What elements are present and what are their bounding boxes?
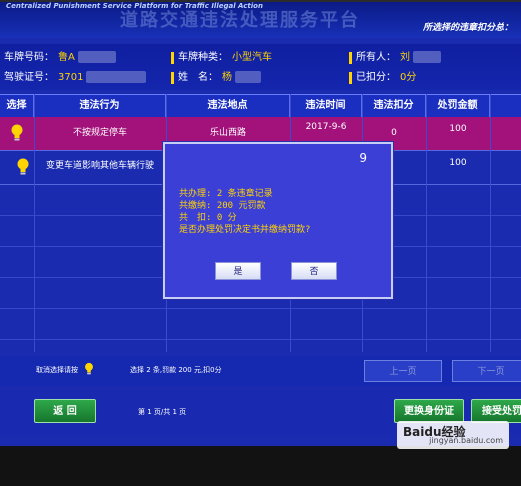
info-row-2: 驾驶证号： 3701 姓 名： 杨 已扣分： 0分 bbox=[0, 68, 521, 88]
title-bar: 道路交通违法处理服务平台 Centralized Punishment Serv… bbox=[0, 2, 521, 38]
owner-field: 所有人： 刘 bbox=[356, 48, 441, 68]
page-indicator: 第 1 页/共 1 页 bbox=[138, 408, 187, 416]
change-id-button[interactable]: 更换身份证 bbox=[394, 399, 464, 423]
divider-marker bbox=[349, 72, 352, 84]
column-header-fine: 处罚金额 bbox=[426, 95, 490, 117]
column-divider bbox=[34, 94, 35, 352]
clear-selection-hint: 取消选择请按 bbox=[36, 366, 78, 374]
points-label: 已扣分： bbox=[356, 72, 396, 83]
points-value: 0分 bbox=[400, 72, 417, 83]
name-field: 姓 名： 杨 bbox=[178, 68, 261, 88]
dialog-line-question: 是否办理处罚决定书并缴纳罚款? bbox=[179, 225, 311, 235]
fine-cell: 100 bbox=[449, 158, 467, 168]
info-row-1: 车牌号码： 鲁A 车牌种类： 小型汽车 所有人： 刘 bbox=[0, 48, 521, 68]
plate-type-label: 车牌种类： bbox=[178, 52, 228, 63]
selection-footer: 取消选择请按 选择 2 条,罚款 200 元,扣0分 上一页 下一页 bbox=[0, 356, 521, 386]
monitor-bezel-bottom bbox=[0, 446, 521, 486]
name-label: 姓 名： bbox=[178, 72, 218, 83]
column-header-select: 选择 bbox=[0, 95, 34, 117]
plate-label: 车牌号码： bbox=[4, 52, 54, 63]
license-value: 3701 bbox=[58, 72, 84, 83]
violation-cell: 不按规定停车 bbox=[72, 128, 127, 138]
column-divider bbox=[490, 94, 491, 352]
owner-value: 刘 bbox=[400, 52, 410, 63]
plate-field: 车牌号码： 鲁A bbox=[4, 48, 116, 68]
divider-marker bbox=[171, 72, 174, 84]
fine-cell: 100 bbox=[449, 124, 467, 134]
redacted-plate bbox=[77, 51, 116, 63]
column-header-violation: 违法行为 bbox=[34, 95, 166, 117]
dialog-no-button[interactable]: 否 bbox=[291, 262, 337, 280]
lightbulb-icon[interactable] bbox=[10, 124, 24, 142]
prev-page-button[interactable]: 上一页 bbox=[364, 360, 442, 382]
back-button[interactable]: 返 回 bbox=[34, 399, 96, 423]
baidu-watermark: Baidu经验 jingyan.baidu.com bbox=[397, 421, 509, 449]
kiosk-screen: 道路交通违法处理服务平台 Centralized Punishment Serv… bbox=[0, 2, 521, 446]
lightbulb-icon[interactable] bbox=[16, 158, 30, 176]
name-value: 杨 bbox=[222, 72, 232, 83]
system-title-en: Centralized Punishment Service Platform … bbox=[6, 2, 263, 10]
column-header-extra bbox=[490, 95, 521, 117]
dialog-countdown: 9 bbox=[359, 151, 367, 165]
owner-label: 所有人： bbox=[356, 52, 396, 63]
column-divider bbox=[426, 94, 427, 352]
accept-penalty-button[interactable]: 接受处罚 bbox=[471, 399, 521, 423]
license-field: 驾驶证号： 3701 bbox=[4, 68, 147, 88]
confirm-dialog: 9 共办理: 2 条违章记录 共缴纳: 200 元罚款 共 扣: 0 分 是否办… bbox=[163, 142, 393, 299]
lightbulb-icon bbox=[85, 362, 93, 375]
next-page-button[interactable]: 下一页 bbox=[452, 360, 521, 382]
redacted-owner bbox=[413, 51, 441, 63]
divider-marker bbox=[171, 52, 174, 64]
table-header: 选择 违法行为 违法地点 违法时间 违法扣分 处罚金额 bbox=[0, 94, 521, 118]
vehicle-info-panel: 车牌号码： 鲁A 车牌种类： 小型汽车 所有人： 刘 驾驶证号： 3701 姓 名： 杨 … bbox=[0, 44, 521, 90]
license-label: 驾驶证号： bbox=[4, 72, 54, 83]
plate-type-field: 车牌种类： 小型汽车 bbox=[178, 48, 272, 68]
divider-marker bbox=[349, 52, 352, 64]
violation-cell: 变更车道影响其他车辆行驶 bbox=[45, 161, 154, 171]
column-header-time: 违法时间 bbox=[290, 95, 362, 117]
column-header-points: 违法扣分 bbox=[362, 95, 426, 117]
watermark-url: jingyan.baidu.com bbox=[429, 436, 503, 445]
column-header-location: 违法地点 bbox=[166, 95, 290, 117]
redacted-license bbox=[86, 71, 147, 83]
redacted-name bbox=[235, 71, 261, 83]
selected-points-tip: 所选择的违章扣分总： bbox=[422, 23, 513, 33]
selection-summary: 选择 2 条,罚款 200 元,扣0分 bbox=[130, 366, 222, 374]
dialog-yes-button[interactable]: 是 bbox=[215, 262, 261, 280]
plate-value: 鲁A bbox=[58, 52, 75, 63]
points-field: 已扣分： 0分 bbox=[356, 68, 416, 88]
plate-type-value: 小型汽车 bbox=[232, 52, 272, 63]
table-row-empty bbox=[0, 309, 521, 340]
